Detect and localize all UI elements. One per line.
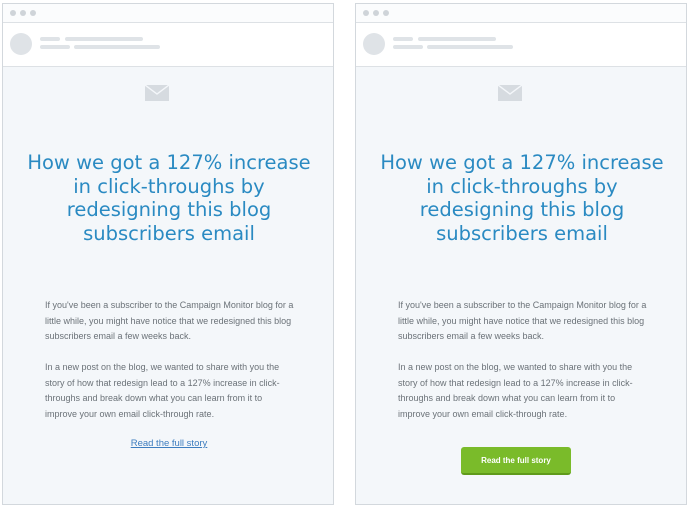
read-full-story-link[interactable]: Read the full story [3, 438, 333, 449]
window-dot-icon[interactable] [363, 10, 369, 16]
window-dot-icon[interactable] [20, 10, 26, 16]
email-paragraph: If you've been a subscriber to the Campa… [45, 300, 294, 341]
window-dot-icon[interactable] [383, 10, 389, 16]
sender-placeholder [393, 37, 413, 41]
avatar [10, 33, 32, 55]
email-body: How we got a 127% increase in click-thro… [356, 67, 686, 504]
email-preview-right: How we got a 127% increase in click-thro… [355, 3, 687, 505]
subject-placeholder [74, 45, 160, 49]
window-dot-icon[interactable] [373, 10, 379, 16]
email-preview-left: How we got a 127% increase in click-thro… [2, 3, 334, 505]
email-headline: How we got a 127% increase in click-thro… [380, 151, 664, 245]
email-body: How we got a 127% increase in click-thro… [3, 67, 333, 504]
email-header [356, 23, 686, 67]
email-header [3, 23, 333, 67]
email-paragraph: In a new post on the blog, we wanted to … [398, 362, 633, 419]
sender-placeholder [40, 37, 60, 41]
sender-placeholder [65, 37, 143, 41]
window-dot-icon[interactable] [30, 10, 36, 16]
email-headline: How we got a 127% increase in click-thro… [27, 151, 311, 245]
email-paragraph: In a new post on the blog, we wanted to … [45, 362, 280, 419]
subject-placeholder [40, 45, 70, 49]
subject-placeholder [393, 45, 423, 49]
window-titlebar [356, 4, 686, 23]
window-dot-icon[interactable] [10, 10, 16, 16]
email-paragraph: If you've been a subscriber to the Campa… [398, 300, 647, 341]
window-titlebar [3, 4, 333, 23]
subject-placeholder [427, 45, 513, 49]
envelope-icon [145, 85, 169, 101]
read-full-story-button[interactable]: Read the full story [461, 447, 571, 475]
envelope-icon [498, 85, 522, 101]
sender-placeholder [418, 37, 496, 41]
avatar [363, 33, 385, 55]
